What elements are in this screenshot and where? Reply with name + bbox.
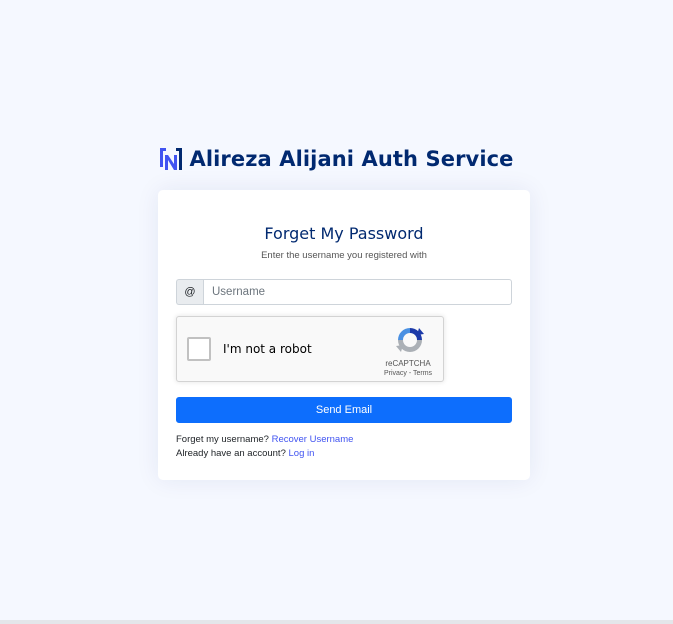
send-email-button[interactable]: Send Email [176,397,512,423]
have-account-text: Already have an account? [176,448,286,459]
recaptcha-label: I'm not a robot [223,342,312,356]
username-input[interactable] [203,279,512,305]
recover-username-link[interactable]: Recover Username [272,434,354,445]
page: Alireza Alijani Auth Service Forget My P… [0,0,673,624]
recaptcha-privacy-link[interactable]: Privacy [384,370,407,377]
page-subtitle: Enter the username you registered with [261,250,427,261]
brand-name: Alireza Alijani Auth Service [189,147,514,171]
recaptcha-widget: I'm not a robot reCAPTCHA Privacy - Term… [176,316,444,382]
recaptcha-logo-icon [396,328,424,352]
forgot-username-text: Forget my username? [176,434,269,445]
recover-username-line: Forget my username? Recover Username [176,434,353,445]
login-link[interactable]: Log in [289,448,315,459]
recaptcha-links: Privacy - Terms [373,370,443,377]
brand-header[interactable]: Alireza Alijani Auth Service [0,147,673,171]
brand-logo-icon [160,148,183,170]
login-line: Already have an account? Log in [176,448,314,459]
bottom-bar [0,620,673,624]
recaptcha-terms-link[interactable]: Terms [413,370,432,377]
recaptcha-checkbox[interactable] [187,337,211,361]
username-input-group: @ [176,279,512,305]
page-title: Forget My Password [264,224,424,243]
forgot-password-card: Forget My Password Enter the username yo… [158,190,530,480]
at-symbol-prefix: @ [176,279,203,305]
recaptcha-brand: reCAPTCHA [385,359,431,368]
